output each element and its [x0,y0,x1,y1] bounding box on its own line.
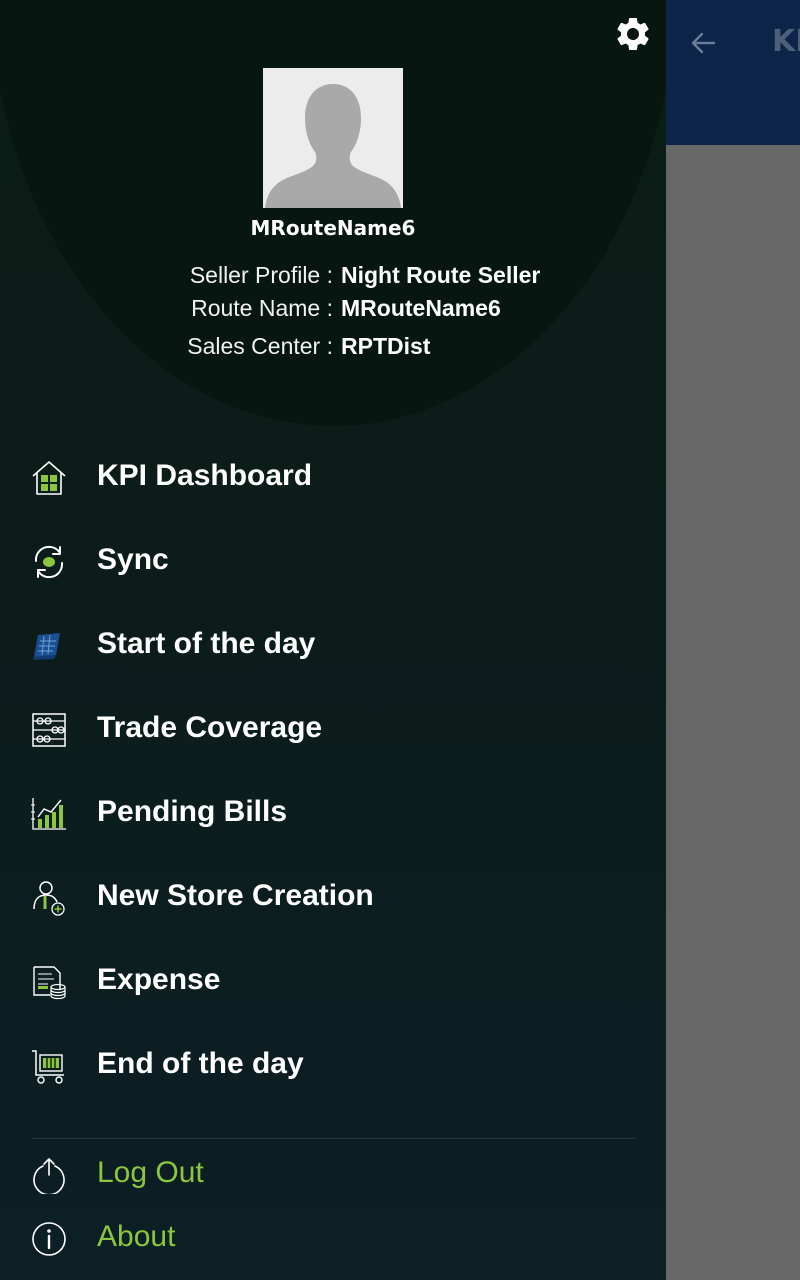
cart-icon [32,1050,64,1084]
bar-chart-icon [31,798,66,830]
calendar-icon [33,633,60,660]
sync-icon [34,545,64,579]
avatar[interactable] [263,68,403,208]
about-button[interactable]: About [0,1212,666,1268]
menu-item-kpi-dashboard[interactable]: KPI Dashboard [0,447,666,507]
person-silhouette-icon [265,84,401,208]
route-name-value: MRouteName6 [341,295,501,321]
info-icon [32,1222,66,1256]
navigation-drawer: MRouteName6 Seller Profile : Night Route… [0,0,666,1280]
menu-item-label: Expense [97,963,221,996]
sales-center-value: RPTDist [341,333,431,359]
route-name-row: Route Name : MRouteName6 [0,295,666,327]
gear-icon[interactable] [613,14,653,54]
dashboard-home-icon [32,461,66,495]
power-icon [33,1158,65,1194]
menu-item-trade-coverage[interactable]: Trade Coverage [0,699,666,759]
menu-item-label: New Store Creation [97,879,374,912]
menu-item-sync[interactable]: Sync [0,531,666,591]
menu-item-start-of-the-day[interactable]: Start of the day [0,615,666,675]
menu-item-label: KPI Dashboard [97,459,313,492]
divider [31,1138,635,1139]
menu-item-new-store-creation[interactable]: New Store Creation [0,867,666,927]
logout-button[interactable]: Log Out [0,1148,666,1204]
profile-name: MRouteName6 [250,216,416,240]
menu-item-label: Pending Bills [97,795,288,828]
app-title: KI [772,24,800,59]
menu-item-pending-bills[interactable]: Pending Bills [0,783,666,843]
menu-item-label: Start of the day [97,627,316,660]
menu-item-label: End of the day [97,1047,304,1080]
sales-center-label: Sales Center : [187,333,333,359]
about-label: About [97,1220,176,1253]
seller-profile-value: Night Route Seller [341,262,541,288]
logout-label: Log Out [97,1156,204,1189]
seller-profile-label: Seller Profile : [189,262,333,288]
sales-center-row: Sales Center : RPTDist [0,333,666,365]
seller-profile-row: Seller Profile : Night Route Seller [0,262,666,294]
expense-icon [33,966,66,1000]
menu-item-label: Sync [97,543,169,576]
add-person-icon [33,881,65,916]
menu-item-label: Trade Coverage [97,711,323,744]
route-name-label: Route Name : [191,295,333,321]
menu-item-expense[interactable]: Expense [0,951,666,1011]
abacus-icon [32,713,66,747]
menu-item-end-of-the-day[interactable]: End of the day [0,1035,666,1095]
back-arrow-icon[interactable] [688,28,718,58]
